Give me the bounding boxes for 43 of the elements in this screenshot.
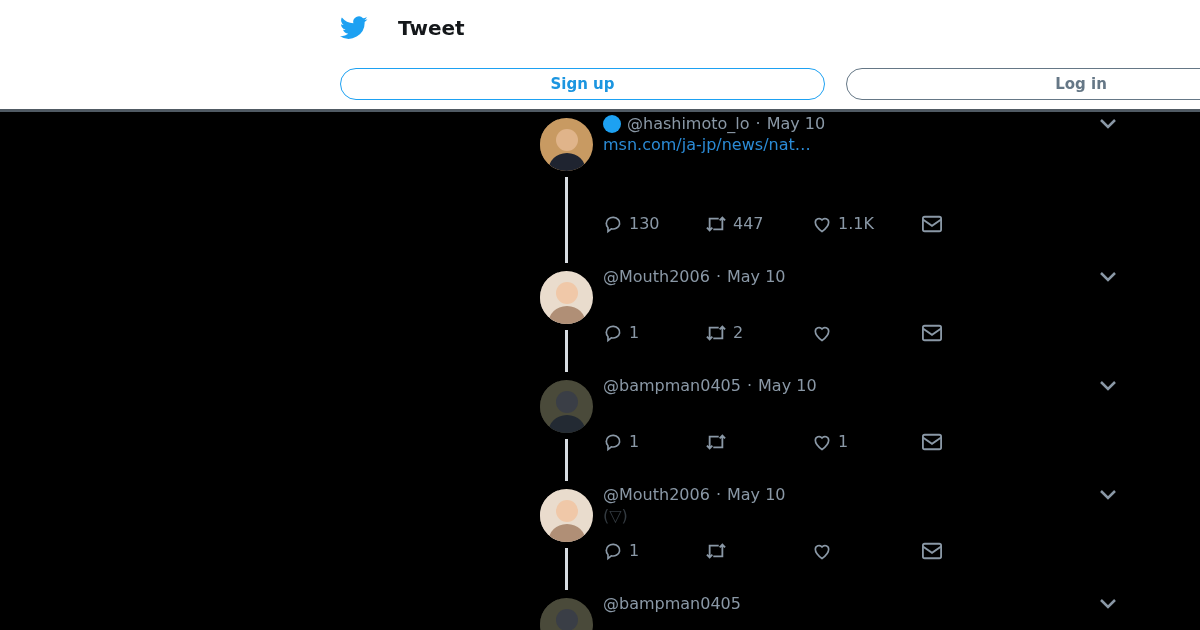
retweet-icon[interactable]: [705, 214, 727, 234]
bird-icon[interactable]: [340, 16, 368, 40]
count: 447: [733, 213, 764, 235]
count: 1: [629, 322, 640, 344]
envelope-icon[interactable]: [921, 432, 943, 452]
tweet-author[interactable]: @Mouth2006: [603, 265, 710, 289]
count: 130: [629, 213, 660, 235]
tweet-author[interactable]: @bampman0405: [603, 374, 741, 398]
retweet-icon[interactable]: [705, 541, 727, 561]
chevron-down-icon[interactable]: [1099, 489, 1117, 501]
speech-bubble-icon[interactable]: [603, 323, 623, 343]
separator: ·: [755, 113, 761, 135]
chevron-down-icon[interactable]: [1099, 271, 1117, 283]
page-title: Tweet: [398, 15, 465, 42]
tweet-author[interactable]: @bampman0405: [603, 592, 741, 616]
tweet-date[interactable]: May 10: [758, 374, 817, 398]
envelope-icon[interactable]: [921, 541, 943, 561]
count: 1.1K: [838, 213, 874, 235]
speech-bubble-icon[interactable]: [603, 432, 623, 452]
count: 1: [629, 540, 640, 562]
chevron-down-icon[interactable]: [1099, 380, 1117, 392]
count: 1: [838, 431, 849, 453]
count: 2: [733, 322, 744, 344]
chevron-down-icon[interactable]: [1099, 118, 1117, 130]
chevron-down-icon[interactable]: [1099, 598, 1117, 610]
tweet-text: (▽): [603, 505, 628, 527]
retweet-icon[interactable]: [705, 432, 727, 452]
speech-bubble-icon[interactable]: [603, 541, 623, 561]
tweet-date[interactable]: May 10: [726, 265, 786, 289]
speech-bubble-icon[interactable]: [603, 214, 623, 234]
separator: ·: [715, 484, 721, 506]
link[interactable]: msn.com/ja-jp/news/nat…: [603, 133, 811, 157]
separator: ·: [746, 375, 753, 397]
tweet-date[interactable]: May 10: [726, 483, 786, 507]
envelope-icon[interactable]: [921, 214, 943, 234]
verified-icon: [603, 115, 621, 133]
envelope-icon[interactable]: [921, 323, 943, 343]
retweet-icon[interactable]: [705, 323, 727, 343]
separator: ·: [715, 266, 721, 288]
tweet-author[interactable]: @hashimoto_lo: [627, 112, 750, 136]
tweet-date[interactable]: May 10: [766, 112, 826, 136]
tweet-author[interactable]: @Mouth2006: [603, 483, 710, 507]
count: 1: [629, 431, 640, 453]
